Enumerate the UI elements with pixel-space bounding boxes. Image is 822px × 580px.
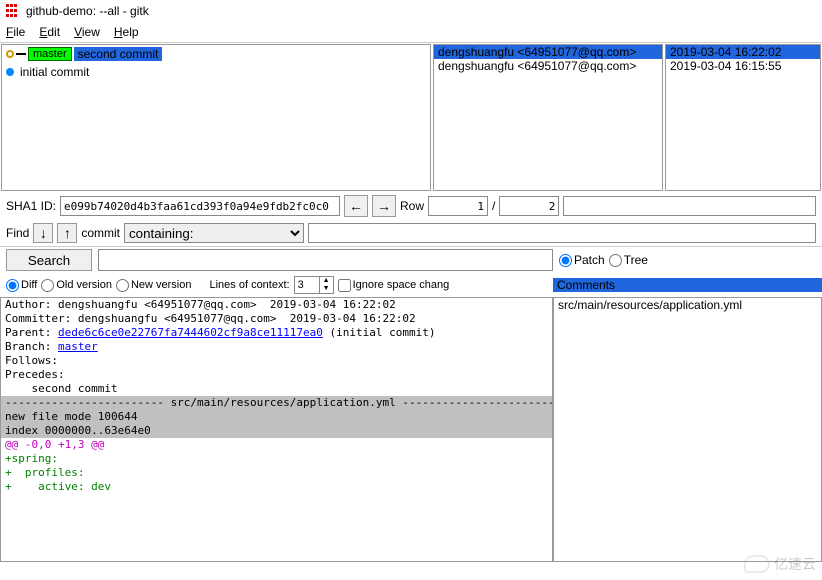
- commit-row[interactable]: master second commit: [2, 45, 430, 63]
- search-button[interactable]: Search: [6, 249, 92, 271]
- tree-radio[interactable]: Tree: [609, 253, 648, 267]
- find-criteria-select[interactable]: containing:: [124, 223, 304, 243]
- new-version-radio[interactable]: New version: [116, 279, 192, 292]
- commit-message[interactable]: initial commit: [16, 65, 89, 79]
- diff-add: + profiles:: [1, 466, 552, 480]
- find-mode[interactable]: commit: [81, 226, 120, 240]
- commit-row[interactable]: initial commit: [2, 63, 430, 81]
- file-item[interactable]: src/main/resources/application.yml: [554, 298, 821, 312]
- row-current-input[interactable]: [428, 196, 488, 216]
- diff-mode: new file mode 100644: [1, 410, 552, 424]
- diff-precedes: Precedes:: [1, 368, 552, 382]
- menu-bar: File Edit View Help: [0, 22, 822, 42]
- date-pane[interactable]: 2019-03-04 16:22:02 2019-03-04 16:15:55: [665, 44, 821, 191]
- mid-row: Search Patch Tree: [0, 247, 822, 273]
- extra-field[interactable]: [563, 196, 816, 216]
- patch-radio[interactable]: Patch: [559, 253, 605, 267]
- author-cell[interactable]: dengshuangfu <64951077@qq.com>: [434, 45, 662, 59]
- lower-panes: Author: dengshuangfu <64951077@qq.com> 2…: [0, 297, 822, 562]
- ignore-space-checkbox[interactable]: Ignore space chang: [338, 279, 450, 292]
- find-up-button[interactable]: ↑: [57, 223, 77, 243]
- lines-spinner[interactable]: ▲▼: [294, 276, 334, 294]
- find-input[interactable]: [308, 223, 816, 243]
- spin-up-icon[interactable]: ▲: [319, 277, 333, 285]
- diff-hunk: @@ -0,0 +1,3 @@: [1, 438, 552, 452]
- nav-forward-button[interactable]: →: [372, 195, 396, 217]
- search-input[interactable]: [98, 249, 553, 271]
- commit-graph-pane[interactable]: master second commit initial commit: [1, 44, 431, 191]
- nav-back-button[interactable]: ←: [344, 195, 368, 217]
- watermark: 亿速云: [744, 554, 816, 574]
- title-bar: github-demo: --all - gitk: [0, 0, 822, 22]
- sha-row: SHA1 ID: ← → Row /: [0, 192, 822, 220]
- files-header: Comments: [553, 278, 822, 292]
- menu-help[interactable]: Help: [114, 25, 139, 39]
- diff-committer: Committer: dengshuangfu <64951077@qq.com…: [1, 312, 552, 326]
- find-row: Find ↓ ↑ commit containing:: [0, 220, 822, 246]
- row-label: Row: [400, 199, 424, 213]
- commit-node-icon: [6, 68, 14, 76]
- old-version-radio[interactable]: Old version: [41, 279, 112, 292]
- app-icon: [6, 4, 20, 18]
- author-cell[interactable]: dengshuangfu <64951077@qq.com>: [434, 59, 662, 73]
- history-panes: master second commit initial commit deng…: [0, 43, 822, 192]
- graph-line: [16, 53, 26, 55]
- head-node-icon: [6, 50, 14, 58]
- row-sep: /: [492, 199, 495, 213]
- sha-input[interactable]: [60, 196, 340, 216]
- spin-down-icon[interactable]: ▼: [319, 285, 333, 293]
- date-cell[interactable]: 2019-03-04 16:22:02: [666, 45, 820, 59]
- diff-author: Author: dengshuangfu <64951077@qq.com> 2…: [1, 298, 552, 312]
- find-label: Find: [6, 226, 29, 240]
- cloud-icon: [744, 555, 770, 573]
- diff-radio[interactable]: Diff: [6, 279, 37, 292]
- file-list-pane[interactable]: src/main/resources/application.yml: [553, 297, 822, 562]
- menu-edit[interactable]: Edit: [39, 25, 60, 39]
- diff-pane[interactable]: Author: dengshuangfu <64951077@qq.com> 2…: [0, 297, 553, 562]
- diff-add: + active: dev: [1, 480, 552, 494]
- find-down-button[interactable]: ↓: [33, 223, 53, 243]
- options-row: Diff Old version New version Lines of co…: [0, 273, 822, 297]
- row-total-input[interactable]: [499, 196, 559, 216]
- parent-link[interactable]: dede6c6ce0e22767fa7444602cf9a8ce11117ea0: [58, 326, 323, 339]
- branch-tag[interactable]: master: [28, 47, 72, 61]
- lines-label: Lines of context:: [209, 279, 289, 291]
- diff-parent: Parent: dede6c6ce0e22767fa7444602cf9a8ce…: [1, 326, 552, 340]
- date-cell[interactable]: 2019-03-04 16:15:55: [666, 59, 820, 73]
- menu-view[interactable]: View: [74, 25, 100, 39]
- branch-link[interactable]: master: [58, 340, 98, 353]
- diff-message: second commit: [1, 382, 552, 396]
- window-title: github-demo: --all - gitk: [26, 4, 149, 18]
- diff-file-sep: ------------------------ src/main/resour…: [1, 396, 552, 410]
- diff-add: +spring:: [1, 452, 552, 466]
- commit-message[interactable]: second commit: [74, 47, 163, 61]
- menu-file[interactable]: File: [6, 25, 25, 39]
- author-pane[interactable]: dengshuangfu <64951077@qq.com> dengshuan…: [433, 44, 663, 191]
- diff-follows: Follows:: [1, 354, 552, 368]
- sha-label: SHA1 ID:: [6, 199, 56, 213]
- diff-index: index 0000000..63e64e0: [1, 424, 552, 438]
- diff-branch: Branch: master: [1, 340, 552, 354]
